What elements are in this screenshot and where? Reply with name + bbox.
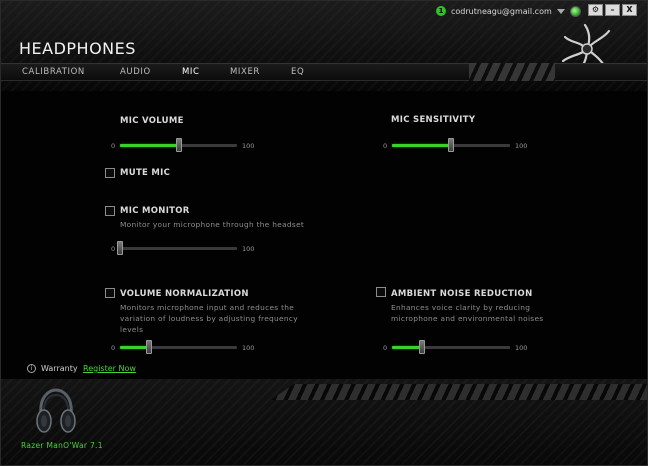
mic-volume-slider[interactable] <box>120 138 237 152</box>
mute-mic-checkbox[interactable] <box>105 168 115 178</box>
mic-monitor-max: 100 <box>242 245 255 253</box>
ambient-noise-reduction-handle[interactable] <box>418 340 425 354</box>
ambient-noise-reduction-max: 100 <box>515 344 528 352</box>
mic-sensitivity-slider[interactable] <box>392 138 510 152</box>
ambient-noise-reduction-label: AMBIENT NOISE REDUCTION <box>391 289 533 299</box>
headset-icon[interactable] <box>35 387 77 437</box>
warranty-label: Warranty <box>41 364 78 373</box>
minimize-button[interactable]: – <box>605 4 620 16</box>
window-controls: ⚙ – X <box>588 4 637 16</box>
mic-sensitivity-fill <box>392 144 451 147</box>
mic-sensitivity-label: MIC SENSITIVITY <box>391 115 476 125</box>
volume-normalization-handle[interactable] <box>146 340 153 354</box>
decorative-stripes <box>469 63 555 81</box>
decorative-stripes-bottom <box>271 384 647 400</box>
close-button[interactable]: X <box>622 4 637 16</box>
volume-normalization-description-line-3: levels <box>120 325 144 334</box>
mic-sensitivity-max: 100 <box>515 142 528 150</box>
info-icon: i <box>27 364 36 373</box>
tab-calibration[interactable]: CALIBRATION <box>22 67 85 77</box>
mic-volume-handle[interactable] <box>175 138 182 152</box>
mic-monitor-slider[interactable] <box>117 241 237 255</box>
tab-audio[interactable]: AUDIO <box>120 67 151 77</box>
mic-volume-min: 0 <box>111 142 116 150</box>
page-title: HEADPHONES <box>19 39 136 58</box>
mute-mic-label: MUTE MIC <box>120 168 171 178</box>
online-status-badge[interactable]: 1 <box>436 6 446 16</box>
ambient-noise-reduction-description-line-1: Enhances voice clarity by reducing <box>391 303 531 312</box>
tab-mixer[interactable]: MIXER <box>230 67 260 77</box>
mic-sensitivity-handle[interactable] <box>448 138 454 152</box>
volume-normalization-slider[interactable] <box>120 340 237 354</box>
device-name[interactable]: Razer ManO'War 7.1 <box>21 441 103 450</box>
ambient-noise-reduction-slider[interactable] <box>392 340 510 354</box>
settings-button[interactable]: ⚙ <box>588 4 603 16</box>
volume-normalization-max: 100 <box>242 344 255 352</box>
chevron-down-icon[interactable] <box>556 8 565 14</box>
mic-monitor-label: MIC MONITOR <box>120 206 190 216</box>
mic-monitor-checkbox[interactable] <box>105 206 115 216</box>
mic-volume-max: 100 <box>242 142 255 150</box>
register-now-link[interactable]: Register Now <box>83 364 136 373</box>
ambient-noise-reduction-fill <box>392 346 422 349</box>
volume-normalization-min: 0 <box>111 344 116 352</box>
ambient-noise-reduction-description-line-2: microphone and environmental noises <box>391 314 544 323</box>
volume-normalization-description-line-1: Monitors microphone input and reduces th… <box>120 303 295 312</box>
volume-normalization-fill <box>120 346 150 349</box>
volume-normalization-checkbox[interactable] <box>105 288 115 298</box>
mic-monitor-description: Monitor your microphone through the head… <box>120 220 305 229</box>
ambient-noise-reduction-min: 0 <box>383 344 388 352</box>
tab-mic[interactable]: MIC <box>182 67 200 77</box>
account-email[interactable]: codrutneagu@gmail.com <box>451 7 552 16</box>
account-bar: 1 codrutneagu@gmail.com <box>436 4 581 18</box>
mic-monitor-min: 0 <box>111 245 116 253</box>
ambient-noise-reduction-checkbox[interactable] <box>376 287 386 297</box>
synapse-window: HEADPHONES 1 codrutneagu@gmail.com ⚙ – X <box>0 0 648 466</box>
mic-volume-label: MIC VOLUME <box>120 116 184 126</box>
sync-icon[interactable] <box>569 5 581 17</box>
mic-monitor-handle[interactable] <box>117 241 123 255</box>
tab-eq[interactable]: EQ <box>291 67 304 77</box>
volume-normalization-label: VOLUME NORMALIZATION <box>120 289 249 299</box>
volume-normalization-description-line-2: variation of loudness by adjusting frequ… <box>120 314 298 323</box>
mic-volume-fill <box>120 144 179 147</box>
mic-sensitivity-min: 0 <box>383 142 388 150</box>
